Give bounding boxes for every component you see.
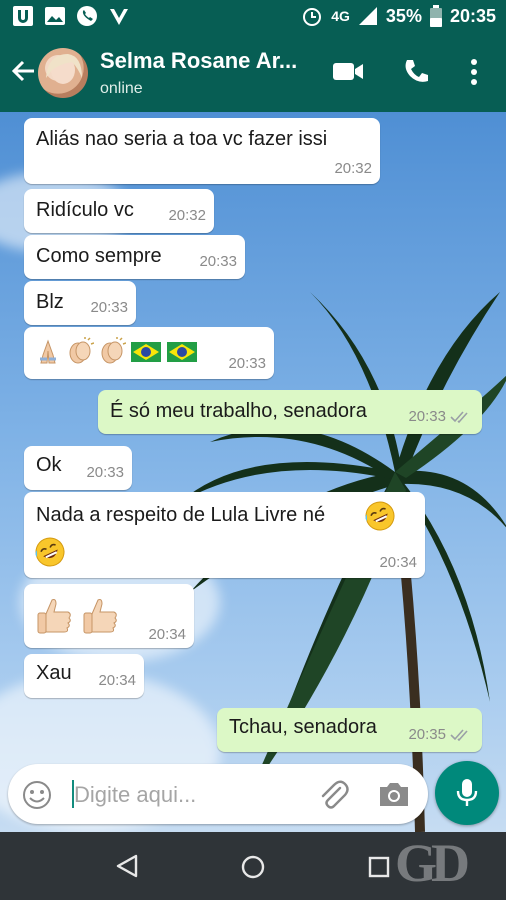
incoming-message[interactable]: Blz 20:33 <box>24 281 136 325</box>
message-text: É só meu trabalho, senadora <box>110 400 367 422</box>
contact-status: online <box>100 80 143 97</box>
watermark-logo: GD <box>395 833 470 893</box>
camera-icon[interactable] <box>378 780 410 808</box>
contact-name[interactable]: Selma Rosane Ar... <box>100 48 297 74</box>
message-time: 20:33 <box>408 408 446 425</box>
incoming-message[interactable]: Aliás nao seria a toa vc fazer issi 20:3… <box>24 118 380 184</box>
voice-call-icon[interactable] <box>402 58 430 91</box>
brazil-flag-icon <box>131 342 161 362</box>
outgoing-message[interactable]: Tchau, senadora 20:35 <box>217 708 482 752</box>
incoming-message[interactable]: 20:34 <box>24 584 194 648</box>
message-time: 20:33 <box>90 299 128 316</box>
video-call-icon[interactable] <box>332 58 364 89</box>
rolling-laughing-icon <box>365 501 395 531</box>
signal-icon <box>358 7 377 25</box>
nav-recents-icon[interactable] <box>368 856 390 878</box>
emoji-icon[interactable] <box>22 780 52 810</box>
message-text: Xau <box>36 662 72 684</box>
message-text: Nada a respeito de Lula Livre né <box>36 504 326 526</box>
incoming-message[interactable]: Xau 20:34 <box>24 654 144 698</box>
message-time: 20:33 <box>86 464 124 481</box>
rolling-laughing-icon <box>35 537 65 567</box>
battery-icon <box>429 5 442 27</box>
more-options-icon[interactable] <box>468 58 480 91</box>
mic-button[interactable] <box>435 761 499 825</box>
message-text: Ok <box>36 454 62 476</box>
battery-percent: 35% <box>385 5 422 26</box>
message-text: Ridículo vc <box>36 199 134 221</box>
chat-header: Selma Rosane Ar... online <box>0 34 506 112</box>
read-ticks-icon <box>450 729 468 742</box>
attach-icon[interactable] <box>316 778 350 812</box>
clapping-hands-icon <box>69 337 94 364</box>
clock-time: 20:35 <box>449 5 496 26</box>
back-arrow-icon[interactable] <box>10 58 36 89</box>
incoming-message[interactable]: Ridículo vc 20:32 <box>24 189 214 233</box>
app-u-icon <box>12 5 34 27</box>
alarm-icon <box>303 8 322 26</box>
gallery-icon <box>44 5 66 27</box>
message-text: Aliás nao seria a toa vc fazer issi <box>36 128 328 150</box>
clapping-hands-icon <box>101 337 126 364</box>
thumbs-up-icon <box>37 599 71 634</box>
message-time: 20:34 <box>98 672 136 689</box>
message-input[interactable]: Digite aqui... <box>74 782 196 808</box>
read-ticks-icon <box>450 411 468 424</box>
folded-hands-icon <box>40 339 56 364</box>
message-composer[interactable]: Digite aqui... <box>8 764 428 824</box>
message-time: 20:32 <box>334 160 372 177</box>
message-time: 20:34 <box>148 626 186 643</box>
network-type: 4G <box>331 8 350 24</box>
avatar[interactable] <box>38 48 88 98</box>
incoming-message[interactable]: Ok 20:33 <box>24 446 132 490</box>
brazil-flag-icon <box>167 342 197 362</box>
whatsapp-icon <box>76 5 98 27</box>
message-time: 20:34 <box>379 554 417 571</box>
message-time: 20:33 <box>228 355 266 372</box>
message-time: 20:33 <box>199 253 237 270</box>
chat-area[interactable]: Aliás nao seria a toa vc fazer issi 20:3… <box>0 112 506 832</box>
nav-home-icon[interactable] <box>240 854 266 880</box>
nav-back-icon[interactable] <box>114 854 140 878</box>
message-time: 20:35 <box>408 726 446 743</box>
message-text: Blz <box>36 291 64 313</box>
message-text: Tchau, senadora <box>229 716 377 738</box>
mic-icon <box>456 779 478 806</box>
message-text: Como sempre <box>36 245 162 267</box>
message-time: 20:32 <box>168 207 206 224</box>
check-app-icon <box>108 5 130 27</box>
incoming-message[interactable]: 20:33 <box>24 327 274 379</box>
incoming-message[interactable]: Nada a respeito de Lula Livre né 20:34 <box>24 492 425 578</box>
outgoing-message[interactable]: É só meu trabalho, senadora 20:33 <box>98 390 482 434</box>
incoming-message[interactable]: Como sempre 20:33 <box>24 235 245 279</box>
thumbs-up-icon <box>83 599 117 634</box>
status-bar: 4G 35% 20:35 <box>0 0 506 34</box>
